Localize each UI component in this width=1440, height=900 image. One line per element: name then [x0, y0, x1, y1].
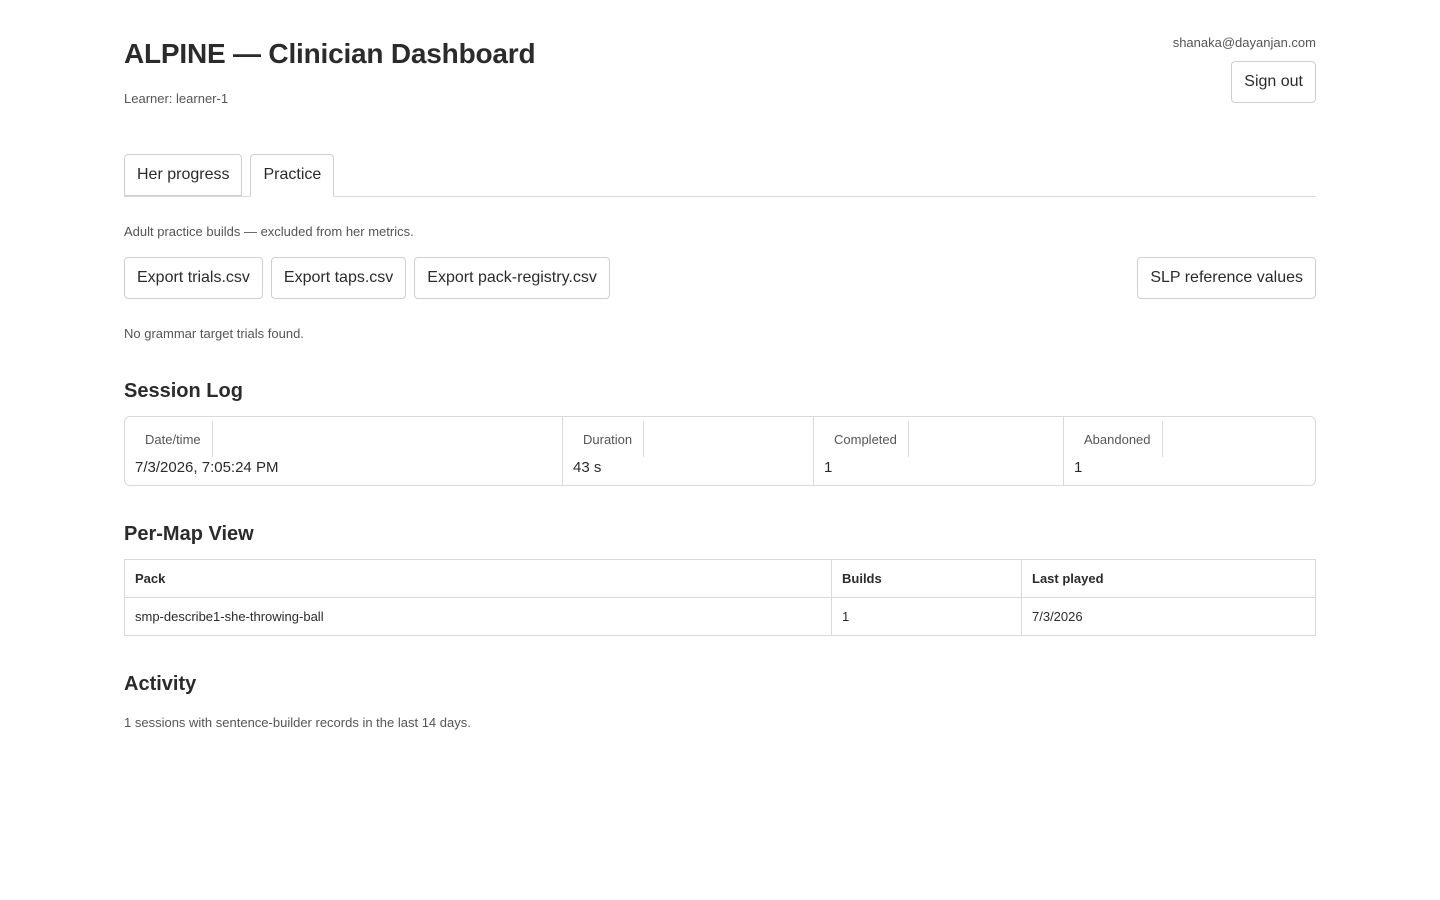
builds-cell: 1: [831, 597, 1022, 636]
session-completed-label[interactable]: Completed: [834, 421, 909, 457]
per-map-view-title: Per-Map View: [124, 523, 254, 545]
session-completed-value: 1: [824, 459, 833, 476]
export-pack-registry-button[interactable]: Export pack-registry.csv: [414, 257, 610, 299]
clinician-dashboard: ALPINE — Clinician Dashboard Learner: le…: [0, 0, 1440, 900]
learner-label: Learner: learner-1: [124, 91, 229, 106]
builds-column-header: Builds: [831, 559, 1022, 598]
session-datetime-cell: Date/time 7/3/2026, 7:05:24 PM: [125, 417, 563, 485]
pack-column-header: Pack: [124, 559, 832, 598]
per-map-table: Pack Builds Last played smp-describe1-sh…: [124, 559, 1316, 636]
session-duration-label[interactable]: Duration: [583, 421, 645, 457]
activity-title: Activity: [124, 673, 197, 695]
pack-cell: smp-describe1-she-throwing-ball: [124, 597, 832, 636]
table-header-row: Pack Builds Last played: [124, 559, 1316, 598]
session-datetime-label[interactable]: Date/time: [145, 421, 213, 457]
sign-out-button[interactable]: Sign out: [1231, 61, 1316, 103]
session-duration-cell: Duration 43 s: [563, 417, 814, 485]
activity-summary: 1 sessions with sentence-builder records…: [124, 715, 471, 730]
session-abandoned-cell: Abandoned 1: [1064, 417, 1315, 485]
last-played-cell: 7/3/2026: [1021, 597, 1316, 636]
table-row: smp-describe1-she-throwing-ball 1 7/3/20…: [124, 597, 1316, 636]
session-log-card: Date/time 7/3/2026, 7:05:24 PM Duration …: [124, 416, 1316, 486]
session-duration-value: 43 s: [573, 459, 602, 476]
user-email: shanaka@dayanjan.com: [1172, 35, 1316, 50]
export-trials-button[interactable]: Export trials.csv: [124, 257, 263, 299]
tab-bar: Her progress Practice: [124, 154, 1316, 197]
session-abandoned-label[interactable]: Abandoned: [1084, 421, 1163, 457]
tab-her-progress[interactable]: Her progress: [124, 154, 243, 196]
session-log-title: Session Log: [124, 380, 243, 402]
last-played-column-header: Last played: [1021, 559, 1316, 598]
session-abandoned-value: 1: [1074, 459, 1083, 476]
practice-note: Adult practice builds — excluded from he…: [124, 224, 414, 239]
export-taps-button[interactable]: Export taps.csv: [270, 257, 407, 299]
no-trials-message: No grammar target trials found.: [124, 326, 304, 341]
session-completed-cell: Completed 1: [814, 417, 1064, 485]
slp-reference-values-button[interactable]: SLP reference values: [1137, 257, 1316, 299]
user-block: shanaka@dayanjan.com Sign out: [1173, 35, 1316, 103]
session-datetime-value: 7/3/2026, 7:05:24 PM: [135, 459, 279, 476]
page-header: ALPINE — Clinician Dashboard Learner: le…: [124, 0, 1316, 140]
page-title: ALPINE — Clinician Dashboard: [124, 38, 536, 69]
export-toolbar: Export trials.csv Export taps.csv Export…: [124, 257, 1316, 299]
tab-practice[interactable]: Practice: [250, 154, 335, 197]
